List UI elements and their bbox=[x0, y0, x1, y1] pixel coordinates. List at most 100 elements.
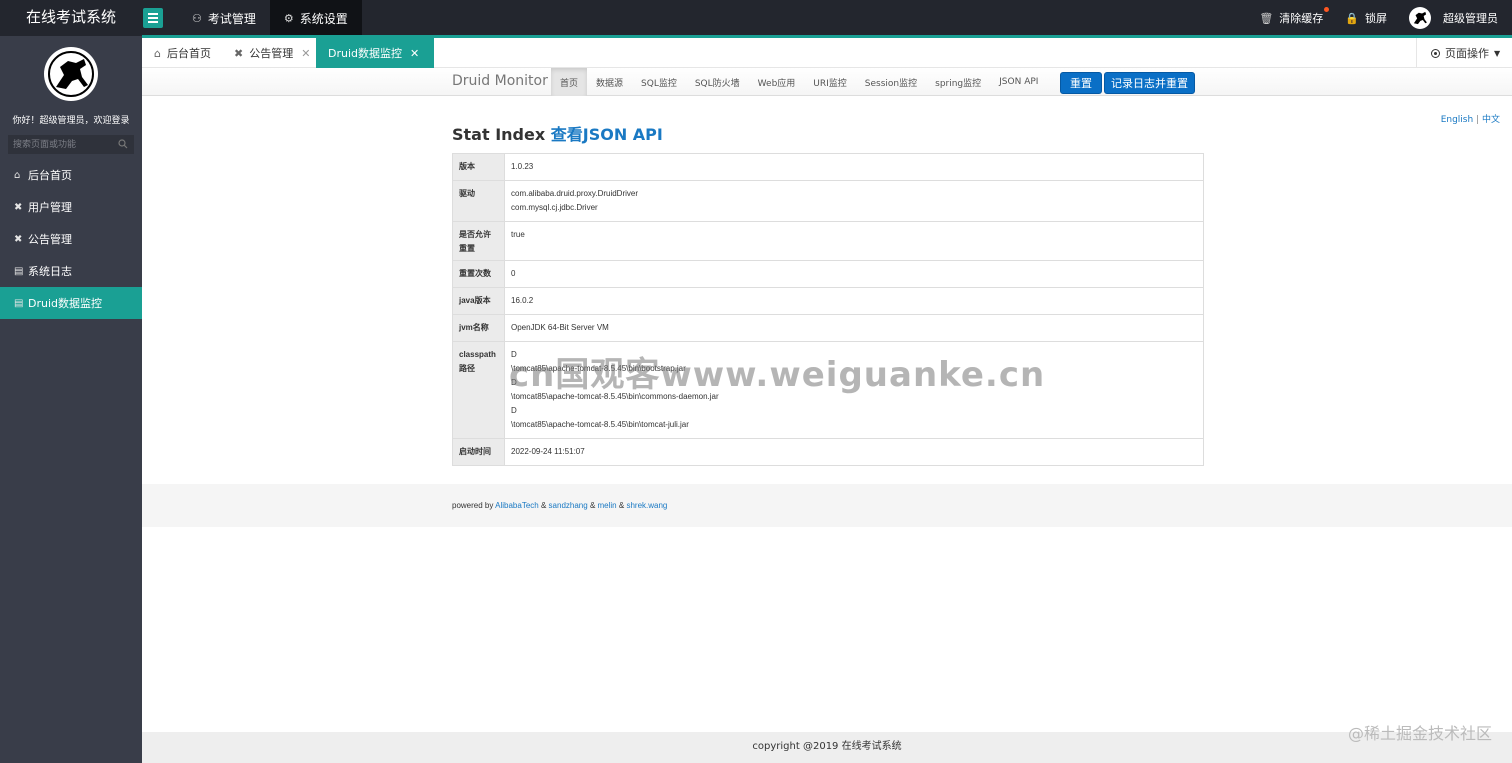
tools-icon: ✖ bbox=[14, 233, 23, 245]
home-icon: ⌂ bbox=[154, 46, 161, 60]
driver-line: com.alibaba.druid.proxy.DruidDriver bbox=[511, 189, 639, 198]
classpath-line: \tomcat85\apache-tomcat-8.5.45\bin\tomca… bbox=[511, 420, 689, 429]
menu-bar-icon bbox=[148, 21, 158, 23]
user-avatar bbox=[1409, 7, 1431, 29]
author-link[interactable]: AlibabaTech bbox=[495, 501, 539, 510]
druid-nav-datasource[interactable]: 数据源 bbox=[587, 68, 632, 96]
close-icon[interactable]: ✕ bbox=[301, 47, 310, 60]
druid-nav-wall[interactable]: SQL防火墙 bbox=[686, 68, 749, 96]
sidebar-item-system-log[interactable]: ▤ 系统日志 bbox=[0, 255, 142, 287]
app-title: 在线考试系统 bbox=[25, 8, 116, 26]
druid-nav-sql[interactable]: SQL监控 bbox=[632, 68, 686, 96]
amp: & bbox=[589, 501, 596, 510]
sidebar-item-label: Druid数据监控 bbox=[28, 297, 103, 310]
tab-notices[interactable]: ✖ 公告管理 ✕ bbox=[222, 38, 322, 68]
row-value: OpenJDK 64-Bit Server VM bbox=[504, 314, 1204, 342]
row-value: true bbox=[504, 221, 1204, 261]
sidebar-item-users[interactable]: ✖ 用户管理 bbox=[0, 191, 142, 223]
table-row: 重置次数 0 bbox=[452, 260, 1204, 288]
watermark-text: cn国观客www.weiguanke.cn bbox=[509, 355, 1046, 395]
druid-nav-uri[interactable]: URI监控 bbox=[804, 68, 856, 96]
driver-line: com.mysql.cj.jdbc.Driver bbox=[511, 203, 598, 212]
table-row: 驱动 com.alibaba.druid.proxy.DruidDriver c… bbox=[452, 180, 1204, 222]
sidebar-search-input[interactable] bbox=[8, 135, 134, 154]
row-key: 版本 bbox=[452, 153, 505, 181]
druid-nav-links: 首页 数据源 SQL监控 SQL防火墙 Web应用 URI监控 Session监… bbox=[551, 68, 1047, 96]
druid-navbar: Druid Monitor 首页 数据源 SQL监控 SQL防火墙 Web应用 … bbox=[142, 68, 1512, 96]
author-link[interactable]: shrek.wang bbox=[626, 501, 667, 510]
top-nav: ⚇ 考试管理 ⚙ 系统设置 bbox=[178, 0, 362, 36]
user-menu[interactable]: 超级管理员 bbox=[1409, 7, 1498, 29]
top-nav-exam-management[interactable]: ⚇ 考试管理 bbox=[178, 0, 270, 36]
row-key: 重置次数 bbox=[452, 260, 505, 288]
menu-toggle-button[interactable] bbox=[143, 8, 163, 28]
top-nav-system-settings[interactable]: ⚙ 系统设置 bbox=[269, 0, 362, 36]
druid-footer: powered by AlibabaTech & sandzhang & mel… bbox=[142, 484, 1512, 527]
close-icon[interactable]: ✕ bbox=[410, 47, 419, 60]
home-icon: ⌂ bbox=[14, 169, 21, 181]
druid-nav-webapp[interactable]: Web应用 bbox=[749, 68, 805, 96]
copyright-footer: copyright @2019 在线考试系统 bbox=[142, 732, 1512, 763]
horse-logo-icon bbox=[48, 51, 94, 97]
tab-dashboard[interactable]: ⌂ 后台首页 bbox=[142, 38, 223, 68]
search-icon[interactable] bbox=[118, 139, 128, 149]
user-name: 超级管理员 bbox=[1443, 12, 1498, 25]
druid-nav-session[interactable]: Session监控 bbox=[856, 68, 926, 96]
tools-icon: ✖ bbox=[234, 46, 244, 60]
druid-nav-spring[interactable]: spring监控 bbox=[926, 68, 990, 96]
sidebar-item-druid[interactable]: ▤ Druid数据监控 bbox=[0, 287, 142, 319]
stat-index-table: 版本 1.0.23 驱动 com.alibaba.druid.proxy.Dru… bbox=[452, 153, 1204, 466]
table-row: 是否允许重置 true bbox=[452, 221, 1204, 261]
lock-icon: 🔒 bbox=[1345, 11, 1359, 25]
row-value: 1.0.23 bbox=[504, 153, 1204, 181]
row-value: com.alibaba.druid.proxy.DruidDriver com.… bbox=[504, 180, 1204, 222]
sidebar-item-notices[interactable]: ✖ 公告管理 bbox=[0, 223, 142, 255]
tab-bar: ⌂ 后台首页 ✖ 公告管理 ✕ Druid数据监控 ✕ 页面操作 ▼ bbox=[142, 38, 1512, 68]
sidebar: 你好！超级管理员，欢迎登录 ⌂ 后台首页 ✖ 用户管理 ✖ 公告管理 ▤ 系统日… bbox=[0, 36, 142, 763]
lang-separator: | bbox=[1476, 115, 1480, 125]
welcome-text: 你好！超级管理员，欢迎登录 bbox=[12, 116, 130, 126]
powered-by-text: powered by AlibabaTech & sandzhang & mel… bbox=[452, 501, 667, 510]
sidebar-item-label: 系统日志 bbox=[28, 265, 72, 278]
log-and-reset-button[interactable]: 记录日志并重置 bbox=[1104, 72, 1195, 94]
row-key: classpath路径 bbox=[452, 341, 505, 439]
sidebar-menu: ⌂ 后台首页 ✖ 用户管理 ✖ 公告管理 ▤ 系统日志 ▤ Druid数据监控 bbox=[0, 159, 142, 319]
corner-watermark: @稀土掘金技术社区 bbox=[1347, 724, 1492, 743]
author-link[interactable]: melin bbox=[598, 501, 617, 510]
menu-bar-icon bbox=[148, 13, 158, 15]
clear-cache-label: 清除缓存 bbox=[1279, 12, 1324, 25]
stat-index-title: Stat Index 查看JSON API bbox=[452, 121, 663, 145]
page-operations-label: 页面操作 bbox=[1445, 47, 1489, 60]
view-json-api-link[interactable]: 查看JSON API bbox=[551, 125, 663, 144]
lang-english-link[interactable]: English bbox=[1441, 115, 1474, 125]
druid-brand[interactable]: Druid Monitor bbox=[452, 73, 548, 89]
clear-cache-button[interactable]: 🗑 清除缓存 bbox=[1259, 7, 1330, 26]
target-icon bbox=[1431, 48, 1440, 58]
lock-screen-button[interactable]: 🔒 锁屏 bbox=[1345, 10, 1387, 26]
tab-druid[interactable]: Druid数据监控 ✕ bbox=[316, 38, 434, 68]
users-icon: ⚇ bbox=[192, 11, 202, 25]
top-right-tools: 🗑 清除缓存 🔒 锁屏 超级管理员 bbox=[1237, 0, 1498, 36]
table-row: 版本 1.0.23 bbox=[452, 153, 1204, 181]
tools-icon: ✖ bbox=[14, 201, 23, 213]
tab-label: 公告管理 bbox=[249, 47, 294, 60]
page-operations-dropdown[interactable]: 页面操作 ▼ bbox=[1416, 38, 1512, 68]
trash-icon: 🗑 bbox=[1259, 11, 1274, 25]
sidebar-item-dashboard[interactable]: ⌂ 后台首页 bbox=[0, 159, 142, 191]
reset-button[interactable]: 重置 bbox=[1060, 72, 1102, 94]
tab-label: 后台首页 bbox=[166, 47, 211, 60]
powered-by-label: powered by bbox=[452, 501, 494, 510]
gear-icon: ⚙ bbox=[283, 11, 294, 25]
druid-nav-home[interactable]: 首页 bbox=[551, 68, 588, 96]
druid-content: Druid Monitor 首页 数据源 SQL监控 SQL防火墙 Web应用 … bbox=[142, 68, 1512, 732]
druid-nav-json-api[interactable]: JSON API bbox=[990, 68, 1047, 96]
table-row: jvm名称 OpenJDK 64-Bit Server VM bbox=[452, 314, 1204, 342]
author-link[interactable]: sandzhang bbox=[549, 501, 588, 510]
lang-chinese-link[interactable]: 中文 bbox=[1482, 115, 1500, 125]
row-key: 是否允许重置 bbox=[452, 221, 505, 261]
doc-icon: ▤ bbox=[14, 297, 24, 309]
sidebar-item-label: 公告管理 bbox=[28, 233, 72, 246]
sidebar-avatar bbox=[44, 47, 98, 101]
lock-screen-label: 锁屏 bbox=[1365, 12, 1387, 25]
row-key: java版本 bbox=[452, 287, 505, 315]
